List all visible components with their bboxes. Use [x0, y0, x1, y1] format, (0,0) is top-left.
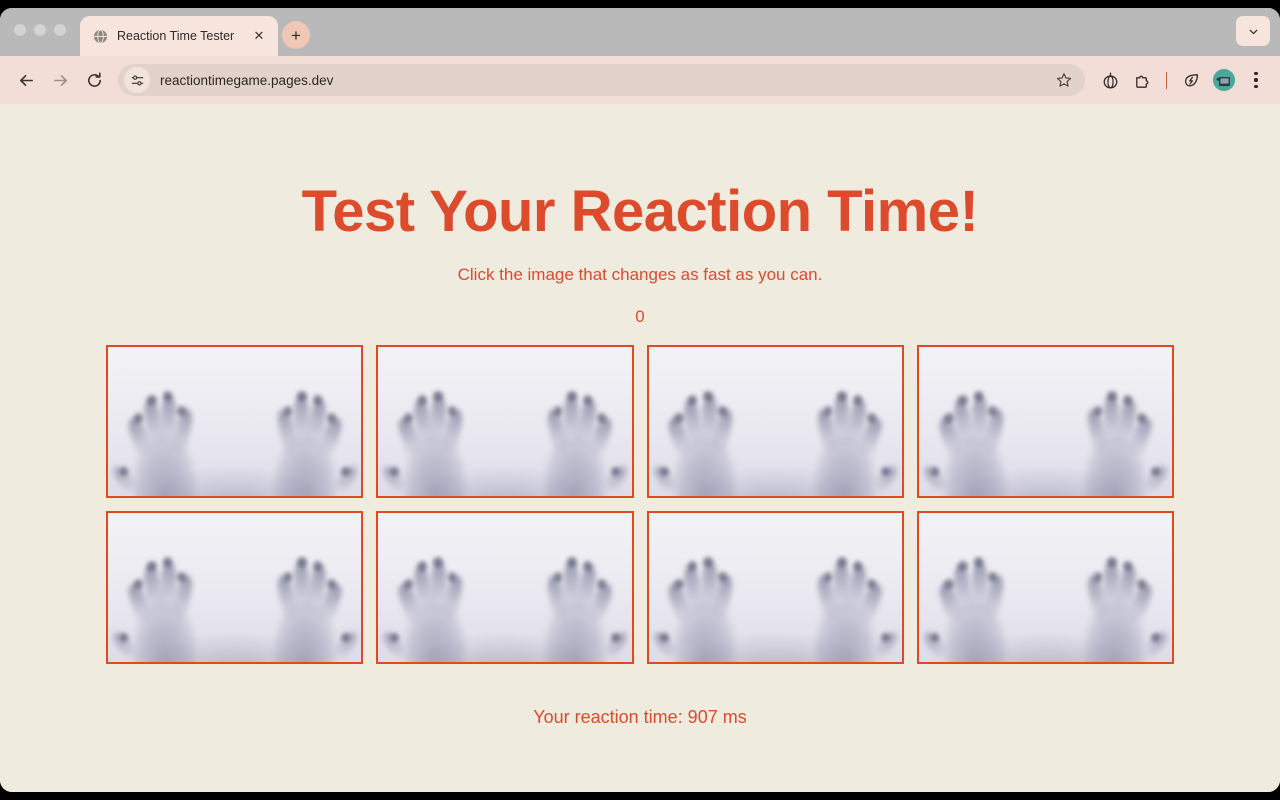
image-tile-grid [106, 344, 1174, 664]
forward-button[interactable] [44, 64, 76, 96]
browser-tab[interactable]: Reaction Time Tester ✕ [80, 16, 278, 56]
reaction-image-tile[interactable] [646, 510, 904, 664]
tab-title: Reaction Time Tester [117, 29, 235, 43]
reaction-image-tile[interactable] [376, 510, 634, 664]
tab-list-chevron-down-icon[interactable] [1236, 16, 1270, 46]
page-content: Test Your Reaction Time! Click the image… [0, 104, 1280, 792]
pumpkin-icon[interactable] [1095, 64, 1125, 96]
address-bar[interactable]: reactiontimegame.pages.dev [118, 64, 1085, 96]
reaction-image-tile[interactable] [646, 344, 904, 498]
frosted-glass-hands-icon [918, 512, 1172, 662]
star-icon[interactable] [1051, 67, 1077, 93]
frosted-glass-hands-icon [648, 346, 902, 496]
globe-icon [92, 28, 108, 44]
reaction-time-status: Your reaction time: 907 ms [533, 706, 747, 727]
url-text: reactiontimegame.pages.dev [160, 72, 334, 88]
frosted-glass-hands-icon [918, 346, 1172, 496]
close-icon[interactable]: ✕ [250, 27, 268, 45]
frosted-glass-hands-icon [648, 512, 902, 662]
reaction-image-tile[interactable] [106, 510, 364, 664]
back-button[interactable] [10, 64, 42, 96]
reaction-image-tile[interactable] [916, 344, 1174, 498]
browser-toolbar: reactiontimegame.pages.dev [0, 56, 1280, 104]
frosted-glass-hands-icon [378, 512, 632, 662]
reload-button[interactable] [78, 64, 110, 96]
toolbar-divider [1166, 71, 1167, 89]
reaction-image-tile[interactable] [916, 510, 1174, 664]
browser-window: Reaction Time Tester ✕ + reactiontimegam… [0, 8, 1280, 792]
minimize-window-button[interactable] [34, 24, 46, 36]
frosted-glass-hands-icon [378, 346, 632, 496]
new-tab-button[interactable]: + [282, 21, 310, 49]
window-controls [14, 24, 66, 36]
close-window-button[interactable] [14, 24, 26, 36]
reaction-image-tile[interactable] [106, 344, 364, 498]
tab-strip: Reaction Time Tester ✕ + [0, 8, 1280, 56]
page-subtitle: Click the image that changes as fast as … [457, 264, 823, 284]
score-counter: 0 [635, 306, 645, 326]
frosted-glass-hands-icon [108, 346, 362, 496]
profile-avatar[interactable] [1213, 69, 1235, 91]
leaf-bolt-icon[interactable] [1176, 64, 1206, 96]
three-dot-menu-icon[interactable] [1242, 64, 1270, 96]
maximize-window-button[interactable] [54, 24, 66, 36]
extensions-puzzle-icon[interactable] [1127, 64, 1157, 96]
reaction-image-tile[interactable] [376, 344, 634, 498]
page-title: Test Your Reaction Time! [301, 179, 979, 244]
tune-icon[interactable] [124, 67, 150, 93]
frosted-glass-hands-icon [108, 512, 362, 662]
